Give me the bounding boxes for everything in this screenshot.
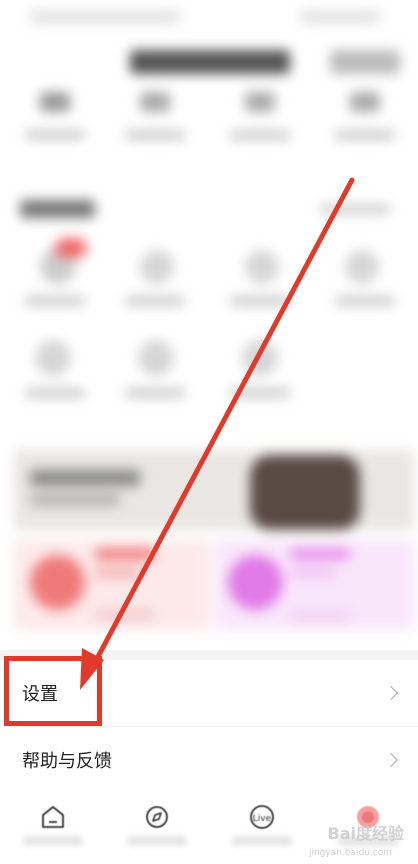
nav-label-placeholder: [232, 836, 292, 846]
home-icon[interactable]: [40, 804, 66, 830]
blurred-content-area: [0, 0, 418, 660]
watermark: Bai度经验: [327, 824, 404, 843]
live-icon-text: Live: [253, 814, 272, 824]
help-feedback-label: 帮助与反馈: [22, 751, 112, 772]
nav-label-placeholder: [23, 836, 83, 846]
nav-label-placeholder: [127, 836, 187, 846]
annotation-highlight-box: [4, 656, 102, 726]
chevron-right-icon: [383, 685, 399, 701]
live-icon[interactable]: Live: [248, 804, 276, 830]
compass-icon[interactable]: [144, 804, 170, 830]
help-feedback-row[interactable]: 帮助与反馈: [0, 727, 418, 793]
chevron-right-icon: [383, 752, 399, 768]
watermark-sub: jingyan.baidu.com: [308, 848, 392, 858]
